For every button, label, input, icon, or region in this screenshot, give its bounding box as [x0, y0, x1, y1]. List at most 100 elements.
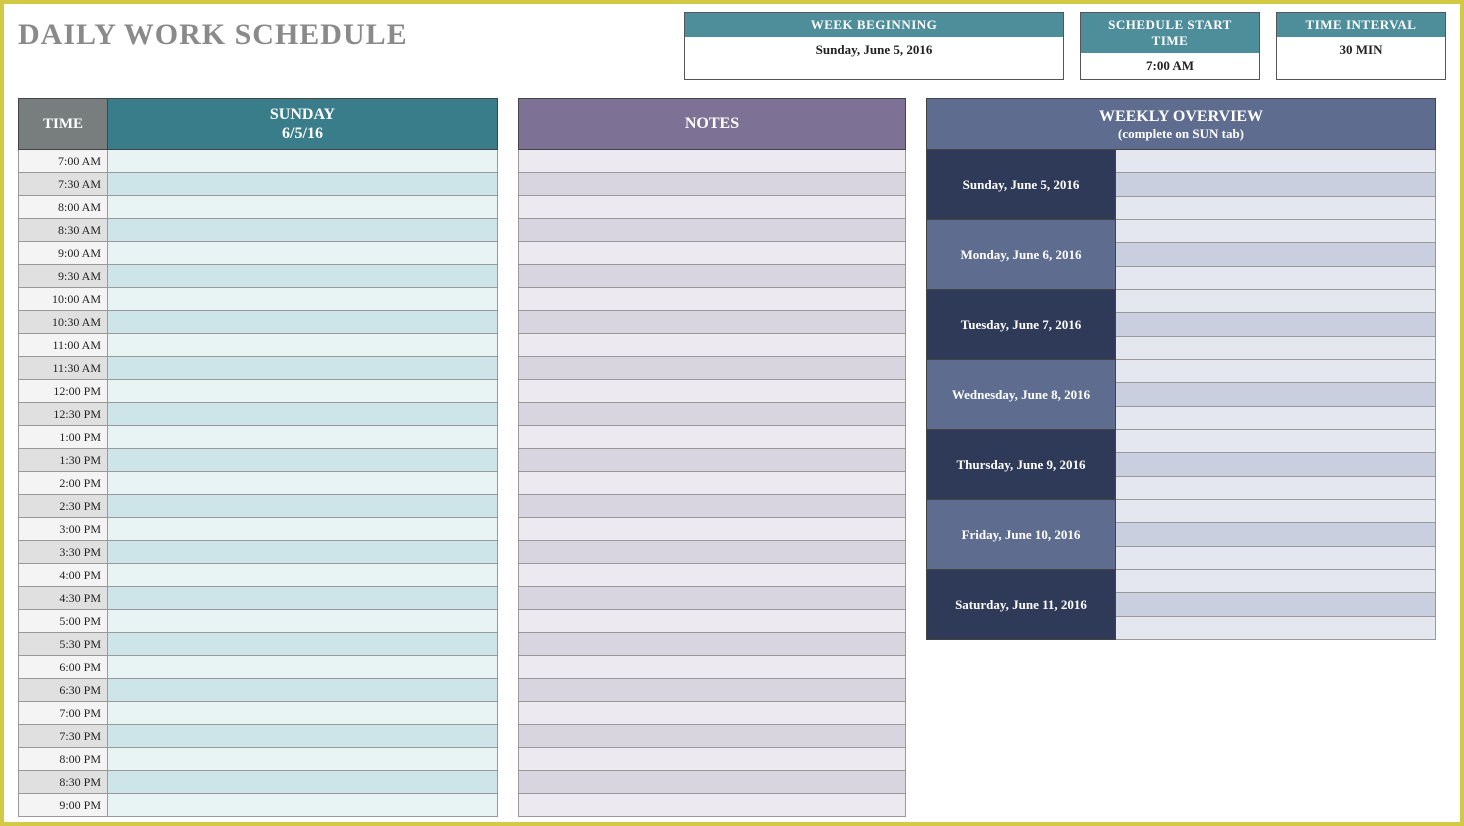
time-cell: 4:30 PM: [18, 587, 108, 610]
notes-cell[interactable]: [518, 449, 906, 472]
schedule-cell[interactable]: [108, 518, 498, 541]
overview-slot[interactable]: [1116, 407, 1436, 430]
schedule-row: 11:30 AM: [18, 357, 498, 380]
schedule-cell[interactable]: [108, 725, 498, 748]
notes-cell[interactable]: [518, 334, 906, 357]
schedule-cell[interactable]: [108, 403, 498, 426]
schedule-cell[interactable]: [108, 288, 498, 311]
notes-cell[interactable]: [518, 426, 906, 449]
notes-cell[interactable]: [518, 564, 906, 587]
overview-header: WEEKLY OVERVIEW (complete on SUN tab): [926, 98, 1436, 150]
schedule-cell[interactable]: [108, 242, 498, 265]
overview-slot[interactable]: [1116, 500, 1436, 523]
schedule-cell[interactable]: [108, 541, 498, 564]
time-cell: 7:00 AM: [18, 150, 108, 173]
start-time-value[interactable]: 7:00 AM: [1081, 53, 1259, 79]
time-cell: 1:00 PM: [18, 426, 108, 449]
schedule-cell[interactable]: [108, 748, 498, 771]
notes-cell[interactable]: [518, 173, 906, 196]
overview-slot[interactable]: [1116, 267, 1436, 290]
notes-cell[interactable]: [518, 541, 906, 564]
week-beginning-value[interactable]: Sunday, June 5, 2016: [685, 37, 1063, 63]
notes-cell[interactable]: [518, 357, 906, 380]
schedule-row: 10:00 AM: [18, 288, 498, 311]
notes-cell[interactable]: [518, 587, 906, 610]
time-cell: 5:00 PM: [18, 610, 108, 633]
notes-cell[interactable]: [518, 748, 906, 771]
overview-day-label: Saturday, June 11, 2016: [926, 570, 1116, 640]
start-time-label: SCHEDULE START TIME: [1081, 13, 1259, 53]
schedule-row: 8:30 PM: [18, 771, 498, 794]
overview-slot[interactable]: [1116, 617, 1436, 640]
notes-cell[interactable]: [518, 288, 906, 311]
overview-slot[interactable]: [1116, 290, 1436, 313]
schedule-cell[interactable]: [108, 449, 498, 472]
schedule-cell[interactable]: [108, 633, 498, 656]
notes-cell[interactable]: [518, 610, 906, 633]
time-cell: 7:30 AM: [18, 173, 108, 196]
overview-slot[interactable]: [1116, 430, 1436, 453]
schedule-cell[interactable]: [108, 472, 498, 495]
overview-slot[interactable]: [1116, 523, 1436, 546]
overview-slot[interactable]: [1116, 337, 1436, 360]
overview-slot[interactable]: [1116, 593, 1436, 616]
schedule-cell[interactable]: [108, 334, 498, 357]
overview-subtitle: (complete on SUN tab): [1118, 126, 1244, 142]
notes-cell[interactable]: [518, 311, 906, 334]
schedule-cell[interactable]: [108, 771, 498, 794]
schedule-cell[interactable]: [108, 196, 498, 219]
schedule-cell[interactable]: [108, 495, 498, 518]
interval-value[interactable]: 30 MIN: [1277, 37, 1445, 63]
overview-slot[interactable]: [1116, 360, 1436, 383]
notes-cell[interactable]: [518, 633, 906, 656]
schedule-cell[interactable]: [108, 794, 498, 817]
notes-cell[interactable]: [518, 242, 906, 265]
notes-cell[interactable]: [518, 150, 906, 173]
schedule-cell[interactable]: [108, 426, 498, 449]
schedule-cell[interactable]: [108, 219, 498, 242]
schedule-cell[interactable]: [108, 656, 498, 679]
notes-cell[interactable]: [518, 380, 906, 403]
notes-cell[interactable]: [518, 656, 906, 679]
overview-day-slots: [1116, 570, 1436, 640]
notes-cell[interactable]: [518, 794, 906, 817]
schedule-cell[interactable]: [108, 150, 498, 173]
schedule-cell[interactable]: [108, 587, 498, 610]
overview-slot[interactable]: [1116, 383, 1436, 406]
notes-cell[interactable]: [518, 702, 906, 725]
notes-cell[interactable]: [518, 679, 906, 702]
schedule-row: 6:30 PM: [18, 679, 498, 702]
schedule-row: 8:30 AM: [18, 219, 498, 242]
notes-cell[interactable]: [518, 518, 906, 541]
schedule-cell[interactable]: [108, 702, 498, 725]
overview-slot[interactable]: [1116, 547, 1436, 570]
schedule-cell[interactable]: [108, 173, 498, 196]
notes-cell[interactable]: [518, 495, 906, 518]
schedule-row: 9:00 PM: [18, 794, 498, 817]
overview-slot[interactable]: [1116, 453, 1436, 476]
schedule-cell[interactable]: [108, 265, 498, 288]
overview-slot[interactable]: [1116, 313, 1436, 336]
schedule-cell[interactable]: [108, 311, 498, 334]
day-name: SUNDAY: [270, 105, 335, 124]
schedule-row: 4:00 PM: [18, 564, 498, 587]
schedule-cell[interactable]: [108, 610, 498, 633]
schedule-cell[interactable]: [108, 380, 498, 403]
overview-slot[interactable]: [1116, 220, 1436, 243]
schedule-cell[interactable]: [108, 357, 498, 380]
notes-cell[interactable]: [518, 219, 906, 242]
notes-cell[interactable]: [518, 725, 906, 748]
overview-slot[interactable]: [1116, 477, 1436, 500]
notes-cell[interactable]: [518, 196, 906, 219]
notes-cell[interactable]: [518, 265, 906, 288]
schedule-cell[interactable]: [108, 679, 498, 702]
schedule-cell[interactable]: [108, 564, 498, 587]
overview-slot[interactable]: [1116, 570, 1436, 593]
notes-cell[interactable]: [518, 771, 906, 794]
notes-cell[interactable]: [518, 472, 906, 495]
overview-slot[interactable]: [1116, 173, 1436, 196]
overview-slot[interactable]: [1116, 197, 1436, 220]
overview-slot[interactable]: [1116, 150, 1436, 173]
overview-slot[interactable]: [1116, 243, 1436, 266]
notes-cell[interactable]: [518, 403, 906, 426]
